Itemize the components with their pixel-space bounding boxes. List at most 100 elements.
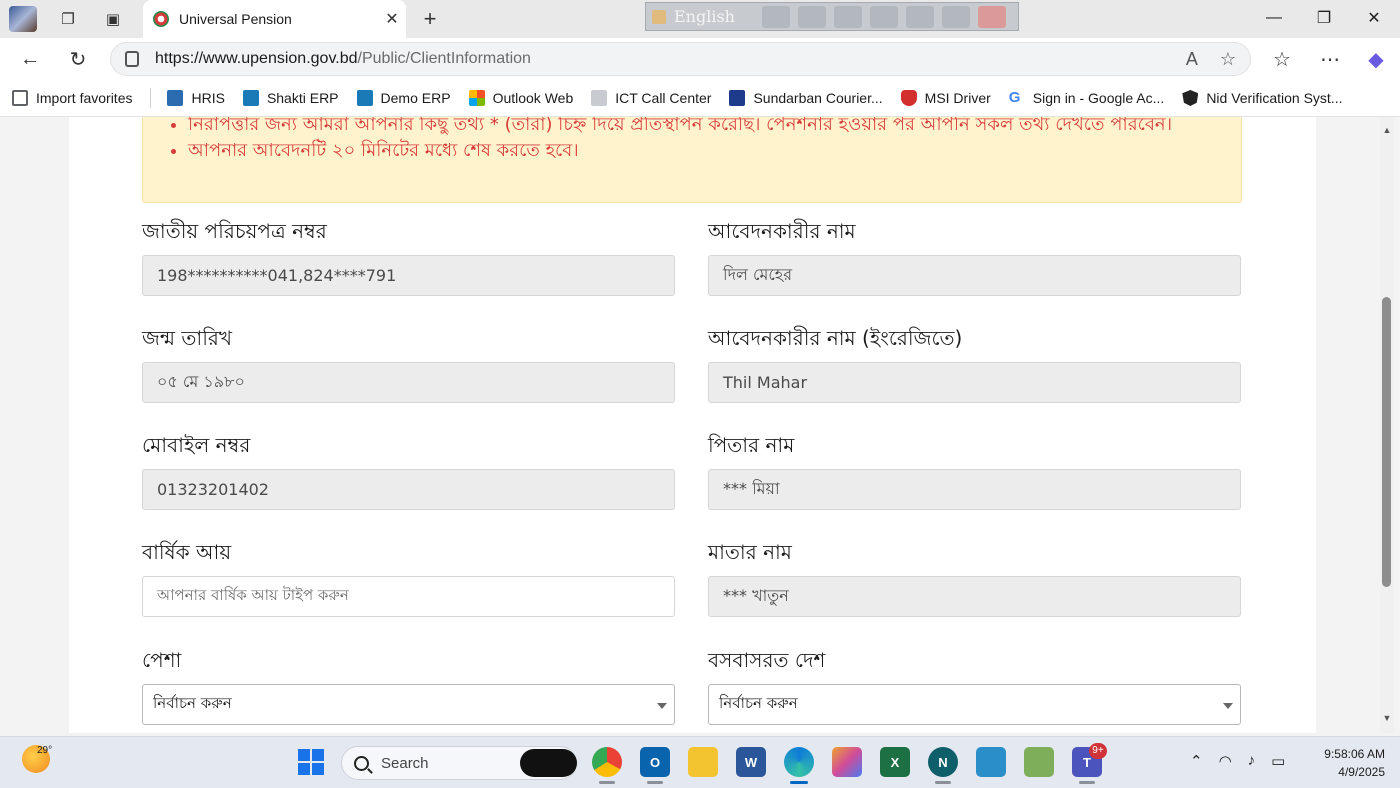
tab-universal-pension[interactable]: Universal Pension ✕ bbox=[143, 0, 406, 38]
favorite-nid-verification[interactable]: Nid Verification Syst... bbox=[1182, 90, 1342, 106]
n-app-icon[interactable]: N bbox=[928, 747, 958, 777]
ime-update-icon[interactable] bbox=[906, 5, 934, 28]
volume-icon[interactable]: ♪ bbox=[1248, 752, 1256, 770]
tab-close-icon[interactable]: ✕ bbox=[378, 9, 406, 29]
back-arrow-icon[interactable]: ← bbox=[15, 45, 45, 73]
ime-help-icon[interactable] bbox=[942, 5, 970, 28]
clock[interactable]: 9:58:06 AM 4/9/2025 bbox=[1305, 745, 1385, 781]
favorite-shakti-erp[interactable]: Shakti ERP bbox=[242, 90, 339, 106]
temperature: 29° bbox=[37, 745, 53, 756]
ime-mouse-icon[interactable] bbox=[834, 5, 862, 28]
favorite-outlook-web[interactable]: Outlook Web bbox=[468, 90, 573, 106]
applicant-name-field: দিল মেহের bbox=[708, 255, 1241, 296]
read-aloud-icon[interactable]: A bbox=[1186, 49, 1198, 70]
favorite-ict-call-center[interactable]: ICT Call Center bbox=[591, 90, 711, 106]
outlook-icon[interactable]: O bbox=[640, 747, 670, 777]
country-selected: নির্বাচন করুন bbox=[719, 694, 798, 712]
chevron-down-icon bbox=[1223, 703, 1233, 709]
favorite-hris[interactable]: HRIS bbox=[167, 90, 225, 106]
nid-field: 198**********041,824****791 bbox=[142, 255, 675, 296]
start-button[interactable] bbox=[298, 749, 324, 775]
address-bar[interactable]: https://www.upension.gov.bd/Public/Clien… bbox=[110, 42, 1251, 76]
copilot-icon[interactable]: ◆ bbox=[1361, 45, 1391, 73]
chevron-up-icon[interactable]: ⌃ bbox=[1190, 752, 1203, 770]
country-label: বসবাসরত দেশ bbox=[708, 648, 826, 672]
edge-icon[interactable] bbox=[784, 747, 814, 777]
lock-icon[interactable] bbox=[125, 51, 139, 67]
favorite-msi-driver[interactable]: MSI Driver bbox=[900, 90, 991, 106]
notice-box: নিরাপত্তার জন্য আমরা আপনার কিছু তথ্য * (… bbox=[142, 117, 1242, 203]
mother-name-field: *** খাতুন bbox=[708, 576, 1241, 617]
favorite-star-icon[interactable]: ☆ bbox=[1220, 49, 1236, 70]
favorite-google-signin[interactable]: G Sign in - Google Ac... bbox=[1008, 89, 1165, 107]
mother-name-label: মাতার নাম bbox=[708, 540, 792, 564]
running-indicator bbox=[935, 781, 951, 784]
annual-income-input[interactable]: আপনার বার্ষিক আয় টাইপ করুন bbox=[142, 576, 675, 617]
ime-keyboard-icon[interactable] bbox=[798, 5, 826, 28]
scroll-down-arrow-icon[interactable]: ▼ bbox=[1382, 713, 1392, 723]
title-bar: ❐ ▣ Universal Pension ✕ + English — ❐ ✕ bbox=[0, 0, 1400, 38]
favorite-sundarban-courier[interactable]: Sundarban Courier... bbox=[729, 90, 883, 106]
new-tab-button[interactable]: + bbox=[416, 5, 444, 33]
father-name-label: পিতার নাম bbox=[708, 433, 795, 457]
minimize-button[interactable]: — bbox=[1251, 4, 1297, 32]
word-icon[interactable]: W bbox=[736, 747, 766, 777]
notice-item: নিরাপত্তার জন্য আমরা আপনার কিছু তথ্য * (… bbox=[188, 117, 1221, 138]
applicant-name-en-field: Thil Mahar bbox=[708, 362, 1241, 403]
url-path: /Public/ClientInformation bbox=[357, 50, 531, 67]
applicant-name-en-label: আবেদনকারীর নাম (ইংরেজিতে) bbox=[708, 326, 963, 350]
applicant-name-label: আবেদনকারীর নাম bbox=[708, 219, 856, 243]
profile-avatar[interactable] bbox=[9, 6, 37, 32]
favorite-label: Demo ERP bbox=[380, 90, 451, 106]
profession-label: পেশা bbox=[142, 648, 182, 672]
angular-icon bbox=[1182, 90, 1199, 106]
ime-settings-icon[interactable] bbox=[870, 5, 898, 28]
date: 4/9/2025 bbox=[1338, 765, 1385, 779]
vertical-tabs-icon[interactable]: ▣ bbox=[98, 5, 128, 33]
favorite-demo-erp[interactable]: Demo ERP bbox=[356, 90, 451, 106]
close-window-button[interactable]: ✕ bbox=[1351, 4, 1397, 32]
favorites-list-icon[interactable]: ☆ bbox=[1267, 45, 1297, 73]
file-explorer-icon[interactable] bbox=[688, 747, 718, 777]
ime-language[interactable]: English bbox=[674, 7, 754, 26]
vertical-scrollbar[interactable]: ▲ ▼ bbox=[1380, 117, 1394, 733]
excel-icon[interactable]: X bbox=[880, 747, 910, 777]
scroll-up-arrow-icon[interactable]: ▲ bbox=[1382, 125, 1392, 135]
scrollbar-thumb[interactable] bbox=[1382, 297, 1391, 587]
msi-shield-icon bbox=[900, 90, 917, 106]
profession-selected: নির্বাচন করুন bbox=[153, 694, 232, 712]
green-app-icon[interactable] bbox=[1024, 747, 1054, 777]
google-icon: G bbox=[1008, 89, 1021, 106]
chevron-down-icon bbox=[657, 703, 667, 709]
chrome-icon[interactable] bbox=[592, 747, 622, 777]
language-toolbar: English bbox=[645, 2, 1019, 31]
battery-icon[interactable]: ▭ bbox=[1271, 752, 1285, 770]
workspaces-icon[interactable]: ❐ bbox=[53, 5, 83, 33]
teams-notification-badge: 9+ bbox=[1089, 743, 1107, 759]
copilot-app-icon[interactable] bbox=[832, 747, 862, 777]
taskbar: 29° Search O W X N T 9+ ⌃ ◠ ♪ ▭ 9:58:06 … bbox=[0, 736, 1400, 788]
ime-close-icon[interactable] bbox=[978, 5, 1006, 28]
hris-icon bbox=[167, 90, 184, 106]
search-highlight-icon[interactable] bbox=[520, 749, 577, 777]
pension-favicon-icon bbox=[153, 11, 169, 27]
remote-desktop-icon[interactable] bbox=[976, 747, 1006, 777]
more-menu-icon[interactable]: ⋯ bbox=[1315, 45, 1345, 73]
refresh-icon[interactable]: ↻ bbox=[63, 45, 93, 73]
favorite-import[interactable]: Import favorites bbox=[12, 90, 132, 106]
system-tray: ⌃ ◠ ♪ ▭ bbox=[1190, 752, 1285, 770]
country-select[interactable]: নির্বাচন করুন bbox=[708, 684, 1241, 725]
favorite-label: MSI Driver bbox=[924, 90, 991, 106]
import-icon bbox=[12, 90, 28, 106]
sundarban-icon bbox=[729, 90, 746, 106]
shakti-erp-icon bbox=[242, 90, 259, 106]
favorites-bar: Import favorites HRIS Shakti ERP Demo ER… bbox=[0, 80, 1400, 117]
running-indicator bbox=[599, 781, 615, 784]
favorite-label: HRIS bbox=[191, 90, 225, 106]
profession-select[interactable]: নির্বাচন করুন bbox=[142, 684, 675, 725]
restore-button[interactable]: ❐ bbox=[1301, 4, 1347, 32]
favorite-label: Sundarban Courier... bbox=[753, 90, 883, 106]
wifi-icon[interactable]: ◠ bbox=[1219, 752, 1232, 770]
ime-dropdown-icon[interactable] bbox=[762, 5, 790, 28]
favorite-label: Import favorites bbox=[36, 90, 133, 106]
